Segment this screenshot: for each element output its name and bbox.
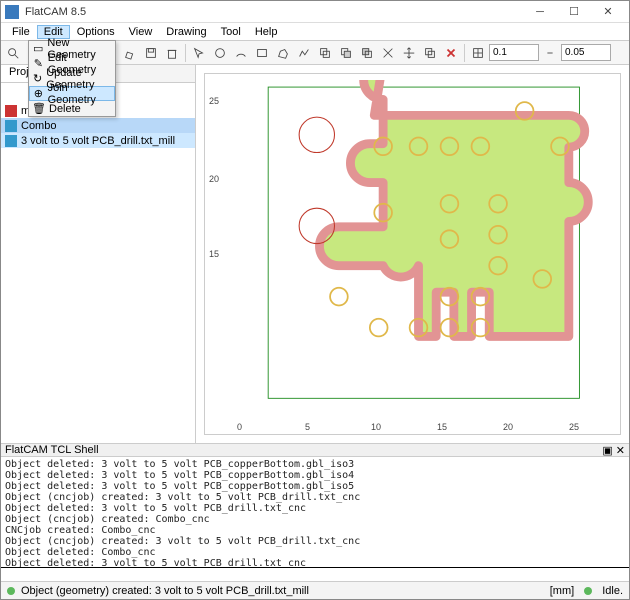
list-item[interactable]: Combo [1,118,195,133]
x-tick: 10 [371,422,381,432]
path-icon[interactable] [294,43,314,63]
delete2-icon[interactable] [441,43,461,63]
page-icon: ▭ [33,43,43,55]
arc-icon[interactable] [231,43,251,63]
status-message: Object (geometry) created: 3 volt to 5 v… [21,585,309,597]
shell-input[interactable] [1,567,629,581]
statusbar: Object (geometry) created: 3 volt to 5 v… [1,581,629,599]
canvas-wrap: 25 20 15 0 5 10 15 20 25 [196,65,629,443]
sidebar: Project ool m.gbl Combo 3 volt to 5 volt… [1,65,196,443]
window-title: FlatCAM 8.5 [25,6,523,18]
shell-output[interactable]: Object deleted: 3 volt to 5 volt PCB_cop… [1,457,629,567]
idle-dot-icon [584,587,592,595]
editgeo-icon[interactable] [120,43,140,63]
status-units: [mm] [550,585,574,597]
app-icon [5,5,19,19]
item-label: 3 volt to 5 volt PCB_drill.txt_mill [21,135,175,147]
pcb-plot [223,80,614,416]
menu-file[interactable]: File [5,25,37,39]
poly-icon[interactable] [273,43,293,63]
x-tick: 20 [503,422,513,432]
menu-help[interactable]: Help [248,25,285,39]
status-dot-icon [7,587,15,595]
shell-header: FlatCAM TCL Shell ▣ ✕ [1,443,629,457]
minimize-button[interactable]: ─ [523,2,557,22]
circle-icon[interactable] [210,43,230,63]
plot-canvas[interactable]: 25 20 15 0 5 10 15 20 25 [204,73,621,435]
y-tick: 20 [209,174,219,184]
subtract-icon[interactable] [357,43,377,63]
dd-label: Delete [49,103,81,115]
geo-icon [5,135,17,147]
project-list[interactable]: m.gbl Combo 3 volt to 5 volt PCB_drill.t… [1,83,195,443]
titlebar: FlatCAM 8.5 ─ ☐ ✕ [1,1,629,23]
savegeo-icon[interactable] [141,43,161,63]
arrow-icon[interactable] [189,43,209,63]
join-icon: ⊕ [33,88,44,100]
x-tick: 25 [569,422,579,432]
list-item[interactable]: 3 volt to 5 volt PCB_drill.txt_mill [1,133,195,148]
shell-title: FlatCAM TCL Shell [5,444,99,456]
status-idle: Idle. [602,585,623,597]
shell-dock-icons[interactable]: ▣ ✕ [602,444,625,457]
cut-icon[interactable] [378,43,398,63]
zoom-icon[interactable] [3,43,23,63]
menu-view[interactable]: View [122,25,160,39]
intersect-icon[interactable] [336,43,356,63]
rect-icon[interactable] [252,43,272,63]
grid-y-input[interactable] [561,44,611,61]
geo-icon [5,120,17,132]
item-label: Combo [21,120,56,132]
x-tick: 15 [437,422,447,432]
delete-icon[interactable] [162,43,182,63]
union-icon[interactable] [315,43,335,63]
dd-join-geometry[interactable]: ⊕Join Geometry [29,86,115,101]
menu-tool[interactable]: Tool [214,25,248,39]
edit-dropdown: ▭New Geometry ✎Edit Geometry ↻Update Geo… [28,40,116,117]
main-area: Project ool m.gbl Combo 3 volt to 5 volt… [1,65,629,443]
y-tick: 25 [209,96,219,106]
y-tick: 15 [209,249,219,259]
close-button[interactable]: ✕ [591,2,625,22]
grid-x-input[interactable] [489,44,539,61]
x-tick: 5 [305,422,310,432]
gerber-icon [5,105,17,117]
move-icon[interactable] [399,43,419,63]
refresh-icon: ↻ [33,73,42,85]
maximize-button[interactable]: ☐ [557,2,591,22]
menu-drawing[interactable]: Drawing [159,25,213,39]
grid-icon[interactable] [468,43,488,63]
x-tick: 0 [237,422,242,432]
trash-icon: 🗑 [33,103,45,115]
pencil-icon: ✎ [33,58,44,70]
gridlink-icon[interactable] [540,43,560,63]
copy-icon[interactable] [420,43,440,63]
